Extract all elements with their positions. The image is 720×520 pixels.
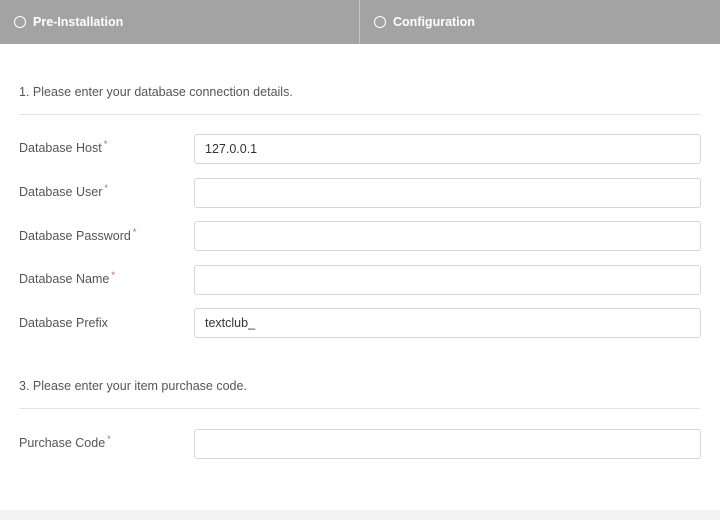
database-user-input[interactable] bbox=[194, 178, 701, 208]
wizard-steps: Pre-Installation Configuration bbox=[0, 0, 720, 44]
step-circle-icon bbox=[14, 16, 26, 28]
step-label: Configuration bbox=[393, 15, 475, 29]
divider bbox=[19, 114, 700, 115]
purchase-code-label: Purchase Code * bbox=[19, 434, 111, 450]
database-prefix-input[interactable] bbox=[194, 308, 701, 338]
step-configuration[interactable]: Configuration bbox=[360, 0, 720, 44]
step-label: Pre-Installation bbox=[33, 15, 124, 29]
database-prefix-label: Database Prefix bbox=[19, 316, 108, 330]
required-marker: * bbox=[111, 270, 115, 280]
purchase-code-input[interactable] bbox=[194, 429, 701, 459]
footer-strip bbox=[0, 510, 720, 520]
required-marker: * bbox=[104, 183, 108, 193]
database-host-label: Database Host * bbox=[19, 139, 108, 155]
required-marker: * bbox=[107, 434, 111, 444]
required-marker: * bbox=[132, 227, 137, 237]
required-marker: * bbox=[103, 139, 108, 149]
database-password-input[interactable] bbox=[194, 221, 701, 251]
database-name-label: Database Name * bbox=[19, 270, 115, 286]
database-section-title: 1. Please enter your database connection… bbox=[19, 85, 293, 99]
database-host-input[interactable] bbox=[194, 134, 701, 164]
database-password-label: Database Password * bbox=[19, 227, 137, 243]
step-pre-installation[interactable]: Pre-Installation bbox=[0, 0, 360, 44]
database-user-label: Database User * bbox=[19, 183, 108, 199]
step-circle-icon bbox=[374, 16, 386, 28]
database-name-input[interactable] bbox=[194, 265, 701, 295]
purchase-section-title: 3. Please enter your item purchase code. bbox=[19, 379, 247, 393]
divider bbox=[19, 408, 700, 409]
